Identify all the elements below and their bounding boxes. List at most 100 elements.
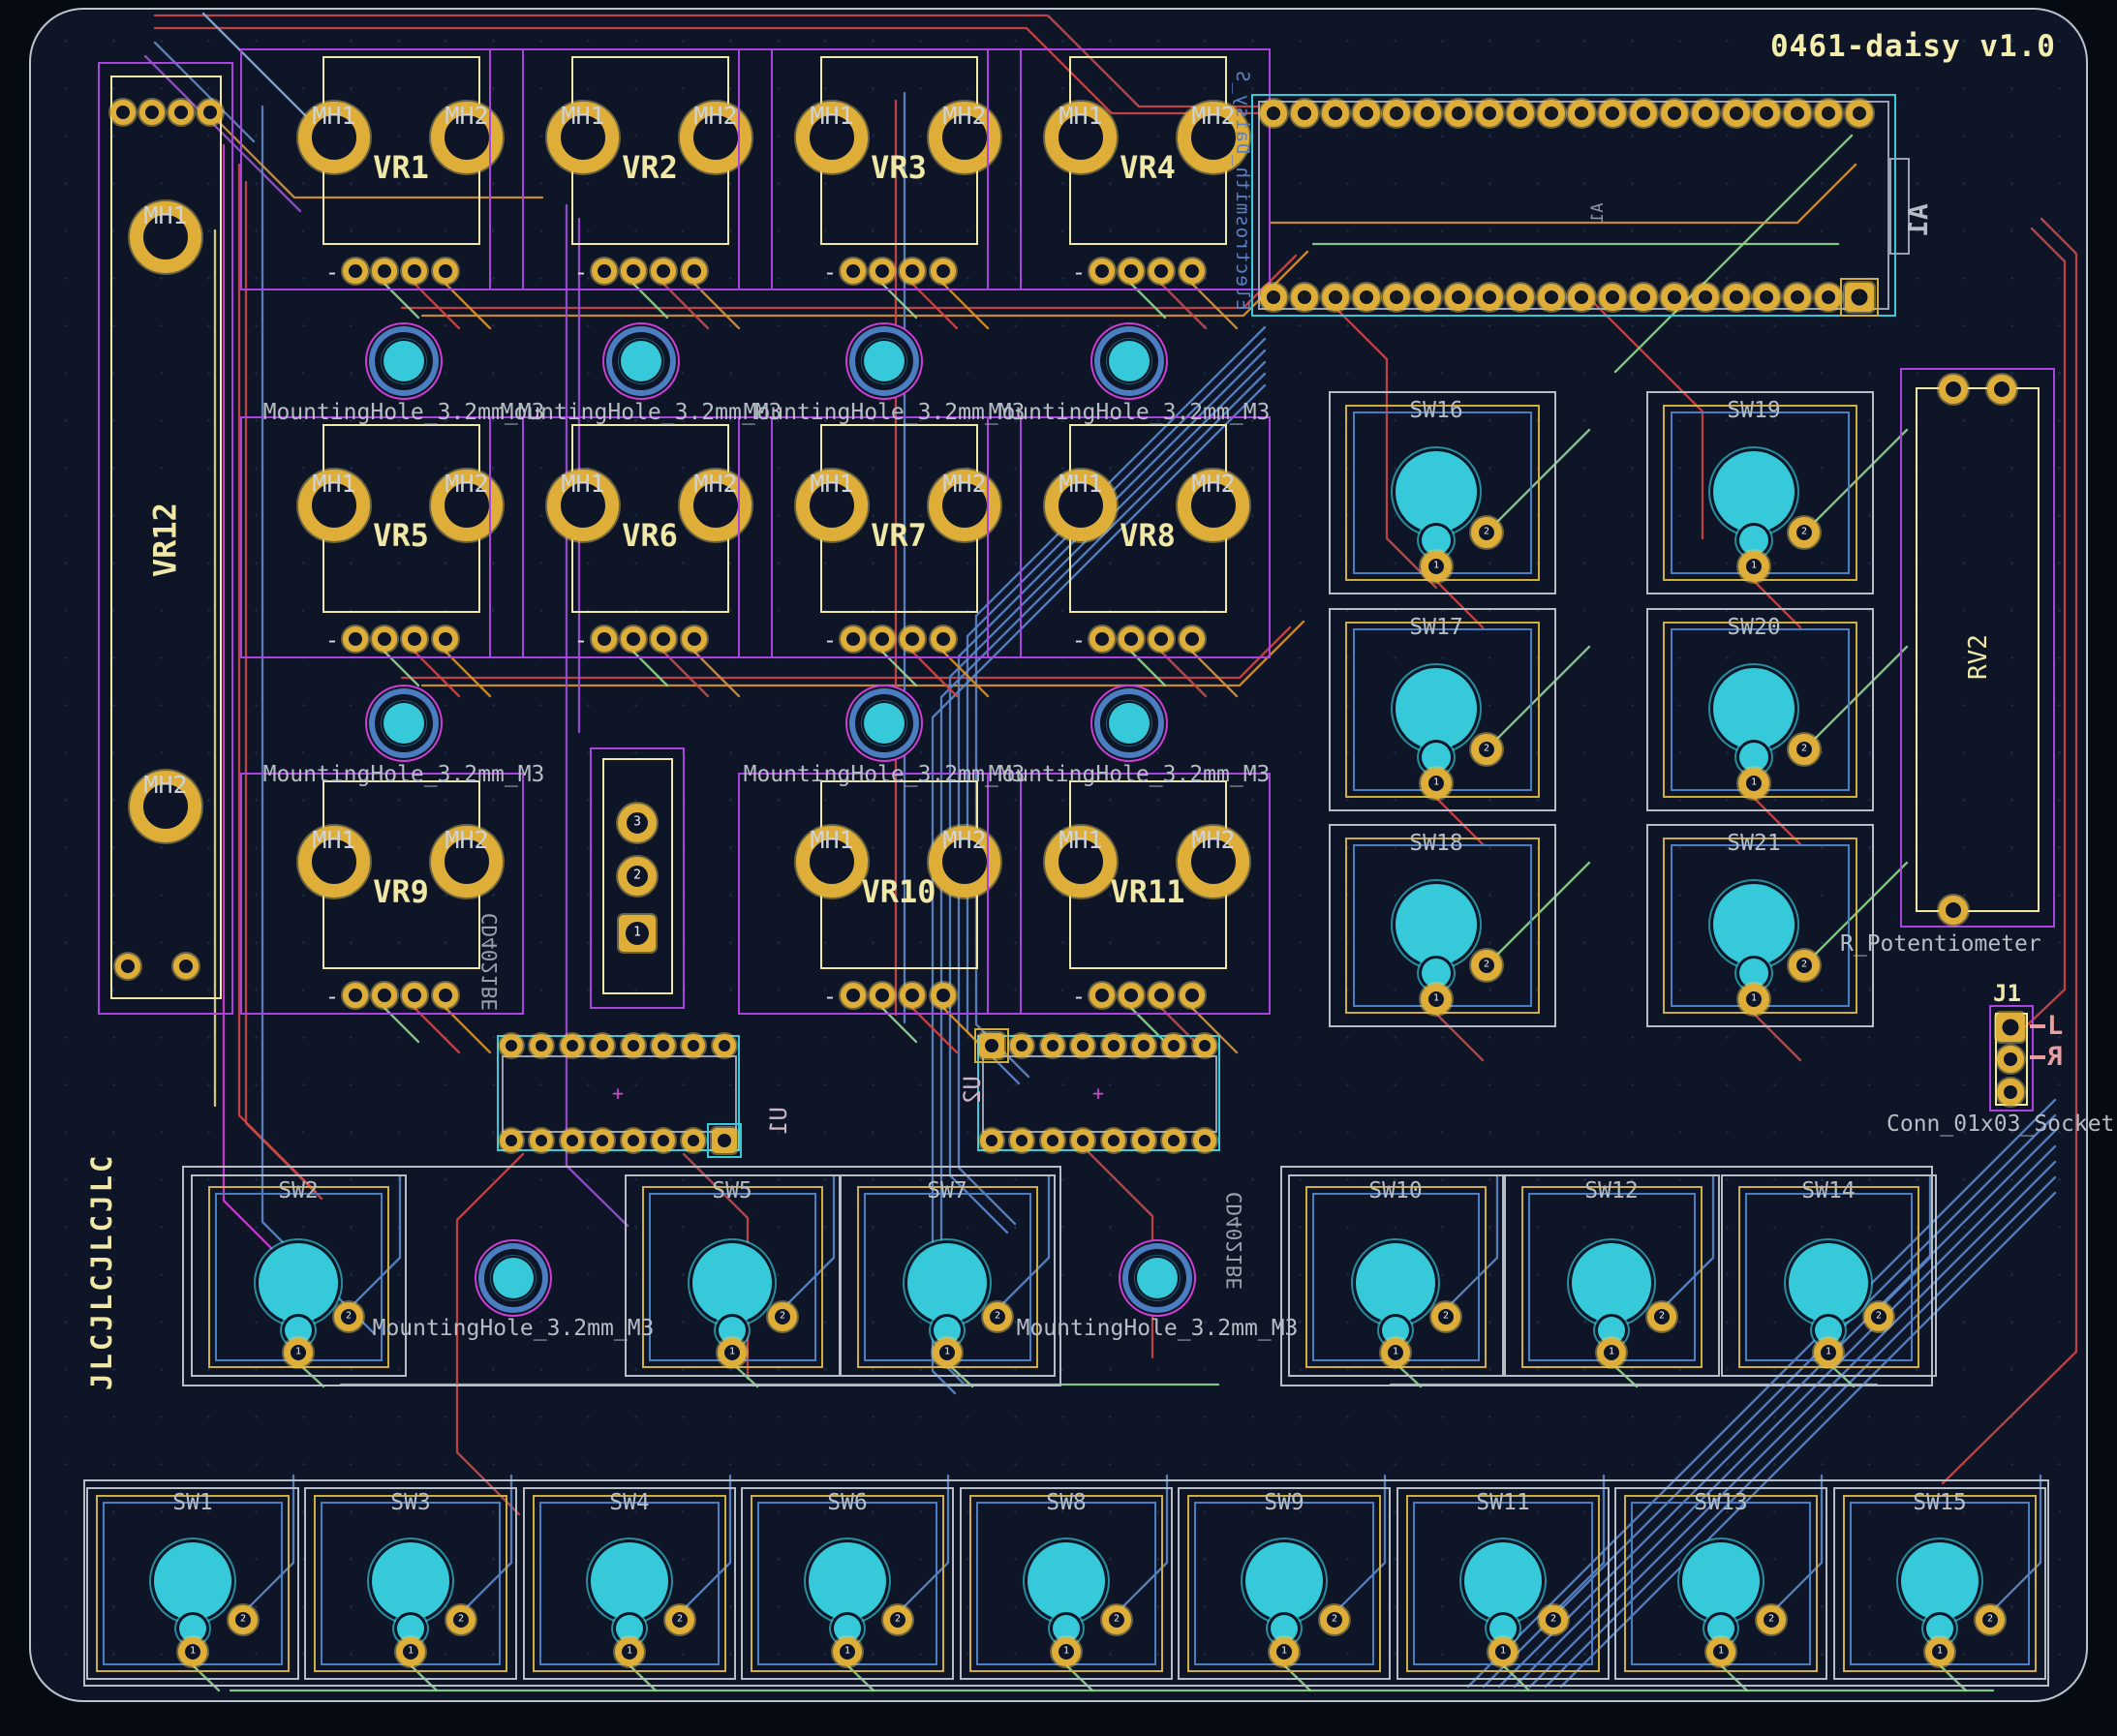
switch-pad[interactable]: 2 (1789, 734, 1820, 765)
mounting-hole[interactable] (864, 703, 905, 744)
switch-pad[interactable]: 2 (1431, 1302, 1460, 1331)
a1-pin[interactable]: 22 (1291, 100, 1318, 127)
a1-pin[interactable]: 15 (1414, 284, 1441, 311)
ic-pin[interactable] (622, 1129, 645, 1152)
switch-pad[interactable]: 2 (1102, 1605, 1131, 1634)
a1-pin[interactable]: 37 (1753, 100, 1780, 127)
switch-pad[interactable]: 2 (1471, 517, 1502, 548)
ic-pin[interactable] (1041, 1034, 1064, 1057)
ic-pin[interactable] (1102, 1129, 1125, 1152)
a1-pin[interactable]: 18 (1322, 284, 1349, 311)
ic-pin[interactable] (1041, 1129, 1064, 1152)
ic-pin[interactable] (1132, 1129, 1155, 1152)
switch-pad[interactable]: 2 (1789, 950, 1820, 981)
ic-pin[interactable] (1132, 1034, 1155, 1057)
switch-stem-hole[interactable] (1464, 1542, 1542, 1620)
ic-pin[interactable] (591, 1129, 614, 1152)
a1-pin[interactable]: 6 (1692, 284, 1719, 311)
switch-pad[interactable]: 1 (1381, 1338, 1410, 1367)
vr-pad[interactable] (682, 259, 707, 284)
switch-pad[interactable]: 2 (1471, 734, 1502, 765)
vr-pad[interactable] (372, 983, 397, 1008)
a1-pin[interactable]: 11 (1538, 284, 1565, 311)
switch-stem-hole[interactable] (1396, 668, 1477, 749)
vr-pad[interactable] (1180, 626, 1205, 652)
j1-pad-1[interactable] (1996, 1013, 2025, 1042)
vr-pad[interactable] (1149, 259, 1174, 284)
switch-stem-hole[interactable] (1713, 451, 1795, 533)
a1-pin[interactable]: 3 (1784, 284, 1811, 311)
vr12-pad[interactable] (198, 100, 223, 125)
vr-pad[interactable] (1089, 259, 1115, 284)
switch-pad[interactable]: 1 (1738, 984, 1769, 1015)
switch-pad[interactable]: 1 (718, 1338, 747, 1367)
switch-pad[interactable]: 2 (983, 1302, 1012, 1331)
a1-pin[interactable]: 14 (1445, 284, 1472, 311)
switch-stem-hole[interactable] (259, 1243, 338, 1323)
switch-pad[interactable]: 2 (1976, 1605, 2005, 1634)
vr-pad[interactable] (1089, 626, 1115, 652)
ic-pin[interactable] (1071, 1034, 1094, 1057)
a1-pin[interactable]: 9 (1599, 284, 1626, 311)
switch-pad[interactable]: 2 (1471, 950, 1502, 981)
switch-pad[interactable]: 2 (1539, 1605, 1568, 1634)
switch-pad[interactable]: 1 (1052, 1637, 1081, 1666)
vr-pad[interactable] (1149, 626, 1174, 652)
ic-pin[interactable] (652, 1129, 675, 1152)
vr-pad[interactable] (433, 626, 458, 652)
ic-pin[interactable] (500, 1129, 523, 1152)
switch-stem-hole[interactable] (907, 1243, 987, 1323)
switch-pad[interactable]: 2 (1757, 1605, 1786, 1634)
ic-pin[interactable] (1010, 1034, 1033, 1057)
switch-stem-hole[interactable] (372, 1542, 449, 1620)
a1-pin[interactable]: 32 (1599, 100, 1626, 127)
a1-pin[interactable]: 13 (1476, 284, 1503, 311)
vr-pad[interactable] (402, 259, 427, 284)
vr-pad[interactable] (1119, 259, 1144, 284)
switch-pad[interactable]: 2 (1647, 1302, 1676, 1331)
vr-pad[interactable] (931, 983, 956, 1008)
switch-pad[interactable]: 1 (933, 1338, 962, 1367)
a1-pin[interactable]: 38 (1784, 100, 1811, 127)
vr12-pad[interactable] (173, 954, 199, 979)
vr-pad[interactable] (931, 626, 956, 652)
a1-pin[interactable]: 20 (1260, 284, 1287, 311)
ic-pin[interactable] (652, 1034, 675, 1057)
ic-pin[interactable] (622, 1034, 645, 1057)
mounting-hole[interactable] (1109, 341, 1150, 381)
ic-pin[interactable] (980, 1129, 1003, 1152)
vr-pad[interactable] (433, 259, 458, 284)
vr12-pad[interactable] (110, 100, 136, 125)
ic-pin[interactable] (682, 1129, 705, 1152)
switch-stem-hole[interactable] (1245, 1542, 1323, 1620)
vr12-pad[interactable] (169, 100, 194, 125)
a1-pin[interactable]: 31 (1568, 100, 1595, 127)
ic-pin[interactable] (1071, 1129, 1094, 1152)
a1-pin[interactable]: 40 (1846, 100, 1873, 127)
switch-stem-hole[interactable] (1713, 668, 1795, 749)
a1-pin[interactable]: 12 (1507, 284, 1534, 311)
a1-pin[interactable]: 34 (1661, 100, 1688, 127)
a1-pin[interactable]: 30 (1538, 100, 1565, 127)
vr-pad[interactable] (900, 983, 925, 1008)
a1-pin[interactable]: 27 (1445, 100, 1472, 127)
vr-pad[interactable] (682, 626, 707, 652)
ic-pin[interactable] (682, 1034, 705, 1057)
ic-pin[interactable] (500, 1034, 523, 1057)
rv2-pad[interactable] (1987, 375, 2016, 404)
ic-pin[interactable] (1102, 1034, 1125, 1057)
vr-pad[interactable] (931, 259, 956, 284)
vr-pad[interactable] (1149, 983, 1174, 1008)
a1-pin[interactable]: 36 (1723, 100, 1750, 127)
switch-pad[interactable]: 1 (1738, 768, 1769, 799)
vr-pad[interactable] (1119, 626, 1144, 652)
switch-pad[interactable]: 1 (1421, 551, 1452, 582)
a1-pin[interactable]: 4 (1753, 284, 1780, 311)
vr-pad[interactable] (1180, 259, 1205, 284)
switch-stem-hole[interactable] (1572, 1243, 1651, 1323)
switch-pad[interactable]: 2 (1789, 517, 1820, 548)
mounting-hole[interactable] (1137, 1258, 1178, 1298)
mounting-hole[interactable] (621, 341, 661, 381)
vr-pad[interactable] (900, 259, 925, 284)
ic-pin[interactable] (1010, 1129, 1033, 1152)
